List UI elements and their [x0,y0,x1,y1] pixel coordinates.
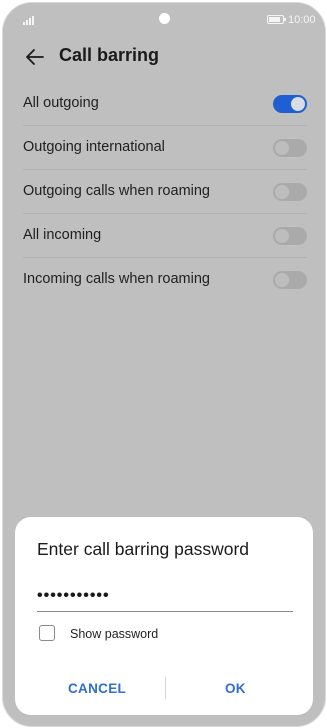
app-bar: Call barring [3,37,325,77]
settings-list: All outgoing Outgoing international Outg… [3,82,325,302]
setting-label: Outgoing international [23,139,165,155]
battery-fill [269,17,281,22]
toggle-switch[interactable] [273,227,307,245]
toggle-switch[interactable] [273,183,307,201]
toggle-switch[interactable] [273,95,307,113]
ok-button[interactable]: OK [225,681,246,696]
cancel-button[interactable]: CANCEL [68,681,126,696]
toggle-switch[interactable] [273,271,307,289]
phone-screen: 10:00 Call barring All outgoing Outgoing… [2,2,326,727]
dialog-title: Enter call barring password [37,539,250,559]
back-arrow-icon[interactable] [23,45,47,69]
toggle-switch[interactable] [273,139,307,157]
signal-icon [23,15,35,25]
password-value: ••••••••••• [37,587,110,604]
password-input[interactable]: ••••••••••• [37,583,293,612]
show-password-label[interactable]: Show password [70,627,158,641]
setting-row-all-incoming[interactable]: All incoming [3,214,325,258]
front-camera [159,13,170,24]
toggle-knob [291,97,305,111]
setting-label: Incoming calls when roaming [23,271,210,287]
toggle-knob [275,273,289,287]
setting-row-all-outgoing[interactable]: All outgoing [3,82,325,126]
toggle-knob [275,185,289,199]
setting-row-incoming-roaming[interactable]: Incoming calls when roaming [3,258,325,302]
setting-label: All incoming [23,227,102,243]
battery-icon [267,15,286,24]
setting-label: Outgoing calls when roaming [23,183,210,199]
setting-label: All outgoing [23,95,99,111]
toggle-knob [275,141,289,155]
status-time: 10:00 [288,14,316,26]
toggle-knob [275,229,289,243]
show-password-checkbox[interactable] [39,625,55,641]
page-title: Call barring [59,45,160,65]
setting-row-outgoing-roaming[interactable]: Outgoing calls when roaming [3,170,325,214]
password-dialog: Enter call barring password ••••••••••• … [15,517,313,715]
button-divider [165,677,166,699]
setting-row-outgoing-international[interactable]: Outgoing international [3,126,325,170]
status-bar: 10:00 [3,3,325,37]
